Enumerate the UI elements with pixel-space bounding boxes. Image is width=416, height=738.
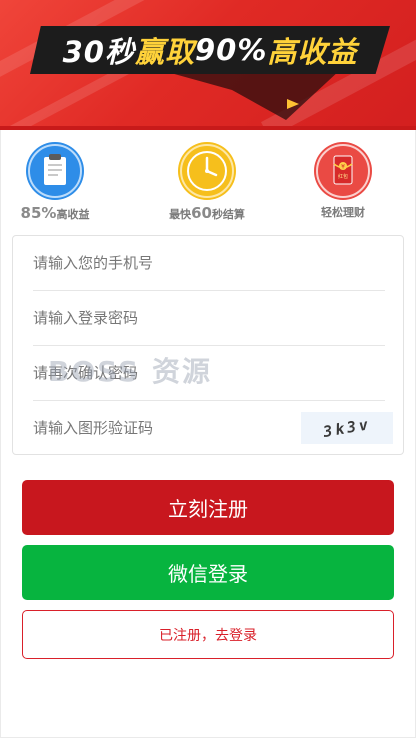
headline-part4: 高收益	[267, 35, 358, 69]
headline-part3: 90%	[194, 33, 268, 67]
svg-text:¥: ¥	[341, 164, 345, 171]
headline-part1: 30秒	[62, 35, 135, 69]
clipboard-icon	[28, 144, 82, 198]
confirm-password-input[interactable]	[33, 346, 273, 400]
confirm-password-row	[33, 346, 385, 401]
feature-row: 85%高收益 最快60秒结算 ¥ 红包 轻松理财	[0, 138, 416, 230]
headline-part2: 赢取	[134, 35, 195, 69]
feature-easy-finance: ¥ 红包 轻松理财	[288, 138, 398, 220]
captcha-row: 3k3v	[33, 401, 393, 456]
password-input[interactable]	[33, 291, 273, 345]
captcha-image[interactable]: 3k3v	[301, 412, 393, 444]
register-form: 3k3v	[12, 235, 404, 455]
phone-row	[33, 236, 385, 291]
captcha-input[interactable]	[33, 401, 273, 455]
envelope-text: 红包	[338, 173, 348, 180]
captcha-text: 3k3v	[321, 414, 373, 442]
phone-input[interactable]	[33, 236, 273, 290]
feature-label-finance: 轻松理财	[321, 206, 365, 219]
go-login-button[interactable]: 已注册，去登录	[22, 610, 394, 659]
wechat-login-button[interactable]: 微信登录	[22, 545, 394, 600]
feature-label-settlement: 最快60秒结算	[169, 204, 245, 222]
register-button[interactable]: 立刻注册	[22, 480, 394, 535]
feature-fast-settlement: 最快60秒结算	[152, 138, 262, 222]
password-row	[33, 291, 385, 346]
promo-banner: 30秒 赢取 90% 高收益	[0, 0, 416, 130]
banner-headline: 30秒 赢取 90% 高收益	[30, 26, 390, 74]
clock-icon	[180, 144, 234, 198]
feature-label-return: 85%高收益	[20, 204, 90, 222]
red-envelope-icon: ¥ 红包	[316, 144, 370, 198]
feature-high-return: 85%高收益	[0, 138, 110, 222]
